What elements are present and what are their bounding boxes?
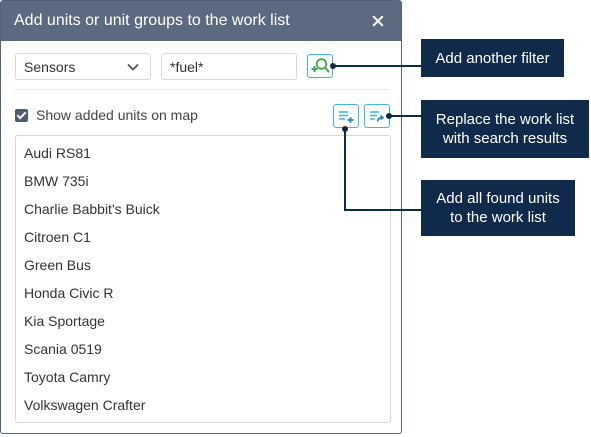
list-item[interactable]: Citroen C1	[16, 223, 390, 251]
filter-type-select[interactable]: Sensors	[15, 53, 151, 80]
list-item[interactable]: BMW 735i	[16, 167, 390, 195]
chevron-down-icon	[127, 63, 139, 70]
close-icon[interactable]	[369, 12, 387, 30]
add-filter-icon	[311, 58, 330, 73]
list-item[interactable]: Green Bus	[16, 251, 390, 279]
callout-add-all: Add all found units to the work list	[421, 180, 575, 236]
list-item[interactable]: Scania 0519	[16, 335, 390, 363]
show-on-map-checkbox[interactable]	[15, 108, 28, 122]
callout-replace-line2: with search results	[442, 130, 568, 147]
callout-add-filter: Add another filter	[421, 39, 564, 77]
callout-add-all-line2: to the work list	[450, 209, 546, 226]
list-item[interactable]: Toyota Camry	[16, 363, 390, 391]
list-item[interactable]: Kia Sportage	[16, 307, 390, 335]
callout-add-filter-text: Add another filter	[435, 49, 550, 67]
unit-list[interactable]: Audi RS81 BMW 735i Charlie Babbit's Buic…	[15, 135, 391, 423]
divider	[15, 89, 389, 90]
callout-add-all-line1: Add all found units	[436, 190, 560, 207]
show-on-map-option[interactable]: Show added units on map	[15, 107, 198, 123]
add-all-to-list-button[interactable]	[333, 104, 359, 128]
filter-search-input[interactable]	[161, 53, 297, 80]
callout-replace-line1: Replace the work list	[435, 111, 575, 128]
filter-type-value: Sensors	[24, 58, 76, 75]
show-on-map-label: Show added units on map	[36, 107, 198, 123]
callout-replace-list: Replace the work list with search result…	[421, 100, 589, 158]
replace-list-icon	[370, 111, 384, 122]
replace-list-button[interactable]	[364, 104, 390, 128]
dialog-titlebar: Add units or unit groups to the work lis…	[1, 1, 401, 41]
list-item[interactable]: Audi RS81	[16, 139, 390, 167]
add-units-dialog: Add units or unit groups to the work lis…	[0, 0, 402, 434]
list-item[interactable]: Volkswagen Crafter	[16, 391, 390, 419]
list-item[interactable]: Charlie Babbit's Buick	[16, 195, 390, 223]
add-filter-button[interactable]	[307, 54, 333, 78]
add-all-to-list-icon	[339, 111, 354, 123]
list-item[interactable]: Honda Civic R	[16, 279, 390, 307]
dialog-title: Add units or unit groups to the work lis…	[14, 12, 290, 29]
